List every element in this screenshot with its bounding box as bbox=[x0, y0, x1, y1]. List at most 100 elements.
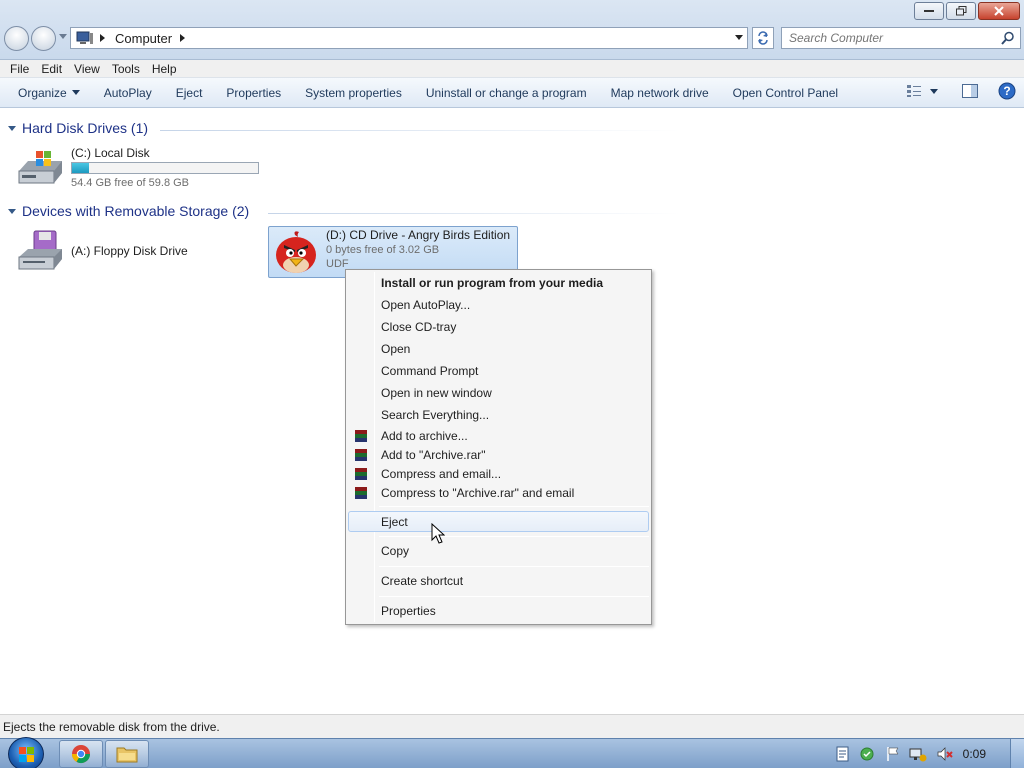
group-divider bbox=[268, 213, 680, 214]
menu-tools[interactable]: Tools bbox=[106, 62, 146, 76]
refresh-icon bbox=[758, 31, 768, 45]
group-title: Hard Disk Drives (1) bbox=[22, 120, 149, 136]
winrar-icon bbox=[355, 449, 367, 461]
group-divider bbox=[160, 130, 680, 131]
drive-name: (D:) CD Drive - Angry Birds Edition bbox=[326, 228, 511, 242]
collapse-icon bbox=[8, 125, 16, 131]
menu-edit[interactable]: Edit bbox=[35, 62, 68, 76]
hard-disk-icon bbox=[16, 145, 66, 189]
help-icon[interactable]: ? bbox=[998, 82, 1016, 100]
menu-item-compress-rar-email[interactable]: Compress to "Archive.rar" and email bbox=[348, 483, 649, 503]
drive-a[interactable]: (A:) Floppy Disk Drive bbox=[16, 229, 256, 275]
breadcrumb-computer[interactable]: Computer bbox=[115, 31, 172, 46]
menu-item-add-to-archive-rar[interactable]: Add to "Archive.rar" bbox=[348, 445, 649, 465]
group-title: Devices with Removable Storage (2) bbox=[22, 203, 250, 219]
volume-muted-icon[interactable] bbox=[936, 746, 954, 762]
minimize-button[interactable] bbox=[914, 2, 944, 20]
drive-name: (C:) Local Disk bbox=[71, 146, 150, 160]
network-icon[interactable] bbox=[909, 746, 927, 762]
system-properties-button[interactable]: System properties bbox=[293, 86, 414, 100]
organize-button[interactable]: Organize bbox=[6, 86, 92, 100]
menu-item-open[interactable]: Open bbox=[348, 339, 649, 359]
drive-c[interactable]: (C:) Local Disk 54.4 GB free of 59.8 GB bbox=[16, 145, 266, 193]
svg-text:?: ? bbox=[1003, 84, 1010, 98]
restore-button[interactable] bbox=[946, 2, 976, 20]
chevron-down-icon bbox=[71, 90, 80, 95]
folder-icon bbox=[116, 747, 138, 763]
menu-item-eject[interactable]: Eject bbox=[348, 511, 649, 532]
refresh-button[interactable] bbox=[752, 27, 774, 49]
menu-item-install-run[interactable]: Install or run program from your media bbox=[348, 273, 649, 293]
chevron-down-icon bbox=[930, 88, 938, 94]
group-removable-storage[interactable]: Devices with Removable Storage (2) bbox=[8, 203, 249, 219]
menu-file[interactable]: File bbox=[4, 62, 35, 76]
search-icon[interactable] bbox=[1001, 31, 1015, 45]
menu-item-open-autoplay[interactable]: Open AutoPlay... bbox=[348, 295, 649, 315]
drive-free-space: 0 bytes free of 3.02 GB bbox=[326, 244, 440, 256]
menu-item-label: Compress and email... bbox=[381, 467, 502, 481]
close-icon bbox=[994, 6, 1004, 16]
drive-free-space: 54.4 GB free of 59.8 GB bbox=[71, 177, 190, 189]
search-box[interactable] bbox=[781, 27, 1021, 49]
view-options-icon bbox=[907, 85, 921, 97]
menu-item-search-everything[interactable]: Search Everything... bbox=[348, 405, 649, 425]
status-text: Ejects the removable disk from the drive… bbox=[3, 719, 220, 734]
menu-item-properties[interactable]: Properties bbox=[348, 601, 649, 621]
search-input[interactable] bbox=[782, 28, 992, 48]
collapse-icon bbox=[8, 208, 16, 214]
organize-label: Organize bbox=[18, 85, 67, 100]
show-desktop-button[interactable] bbox=[1010, 739, 1024, 768]
menu-item-command-prompt[interactable]: Command Prompt bbox=[348, 361, 649, 381]
menu-separator bbox=[379, 566, 649, 567]
winrar-icon bbox=[355, 430, 367, 442]
address-dropdown-icon[interactable] bbox=[735, 35, 743, 40]
menu-item-label: Eject bbox=[381, 514, 408, 529]
menu-item-label: Compress to "Archive.rar" and email bbox=[381, 486, 575, 500]
disk-usage-bar bbox=[71, 162, 259, 174]
taskbar-chrome-button[interactable] bbox=[59, 740, 103, 768]
start-button[interactable] bbox=[8, 737, 44, 768]
menu-item-add-to-archive[interactable]: Add to archive... bbox=[348, 426, 649, 446]
open-control-panel-button[interactable]: Open Control Panel bbox=[721, 86, 850, 100]
system-tray bbox=[836, 746, 954, 762]
back-button[interactable] bbox=[4, 26, 29, 51]
menu-item-label: Properties bbox=[381, 604, 436, 618]
security-shield-icon[interactable] bbox=[859, 746, 877, 762]
taskbar: 0:09 bbox=[0, 737, 1024, 768]
mouse-cursor-icon bbox=[431, 523, 445, 544]
menu-item-copy[interactable]: Copy bbox=[348, 541, 649, 561]
breadcrumb-arrow-icon[interactable] bbox=[180, 34, 186, 42]
clock[interactable]: 0:09 bbox=[963, 747, 986, 761]
document-icon[interactable] bbox=[836, 746, 850, 762]
eject-button[interactable]: Eject bbox=[164, 86, 215, 100]
menu-item-create-shortcut[interactable]: Create shortcut bbox=[348, 571, 649, 591]
menu-item-label: Close CD-tray bbox=[381, 320, 457, 334]
menu-view[interactable]: View bbox=[68, 62, 106, 76]
taskbar-explorer-button[interactable] bbox=[105, 740, 149, 768]
windows-logo-icon bbox=[19, 747, 34, 762]
computer-icon bbox=[76, 31, 94, 45]
menu-item-compress-email[interactable]: Compress and email... bbox=[348, 464, 649, 484]
command-bar: Organize AutoPlay Eject Properties Syste… bbox=[0, 78, 1024, 108]
forward-button[interactable] bbox=[31, 26, 56, 51]
menu-item-label: Create shortcut bbox=[381, 574, 464, 588]
change-view-button[interactable] bbox=[906, 84, 938, 98]
map-network-drive-button[interactable]: Map network drive bbox=[599, 86, 721, 100]
properties-button[interactable]: Properties bbox=[214, 86, 293, 100]
action-center-flag-icon[interactable] bbox=[886, 746, 900, 762]
menu-item-close-cd-tray[interactable]: Close CD-tray bbox=[348, 317, 649, 337]
preview-pane-icon[interactable] bbox=[962, 84, 978, 98]
menu-bar: File Edit View Tools Help bbox=[0, 60, 1024, 78]
menu-separator bbox=[379, 596, 649, 597]
recent-pages-dropdown[interactable] bbox=[59, 34, 67, 39]
breadcrumb-arrow-icon bbox=[100, 34, 105, 42]
autoplay-button[interactable]: AutoPlay bbox=[92, 86, 164, 100]
menu-item-label: Open in new window bbox=[381, 386, 492, 400]
address-bar[interactable]: Computer bbox=[70, 27, 748, 49]
close-button[interactable] bbox=[978, 2, 1020, 20]
status-bar: Ejects the removable disk from the drive… bbox=[0, 714, 1024, 738]
uninstall-program-button[interactable]: Uninstall or change a program bbox=[414, 86, 599, 100]
group-hard-disk-drives[interactable]: Hard Disk Drives (1) bbox=[8, 120, 148, 136]
menu-help[interactable]: Help bbox=[146, 62, 183, 76]
menu-item-open-new-window[interactable]: Open in new window bbox=[348, 383, 649, 403]
